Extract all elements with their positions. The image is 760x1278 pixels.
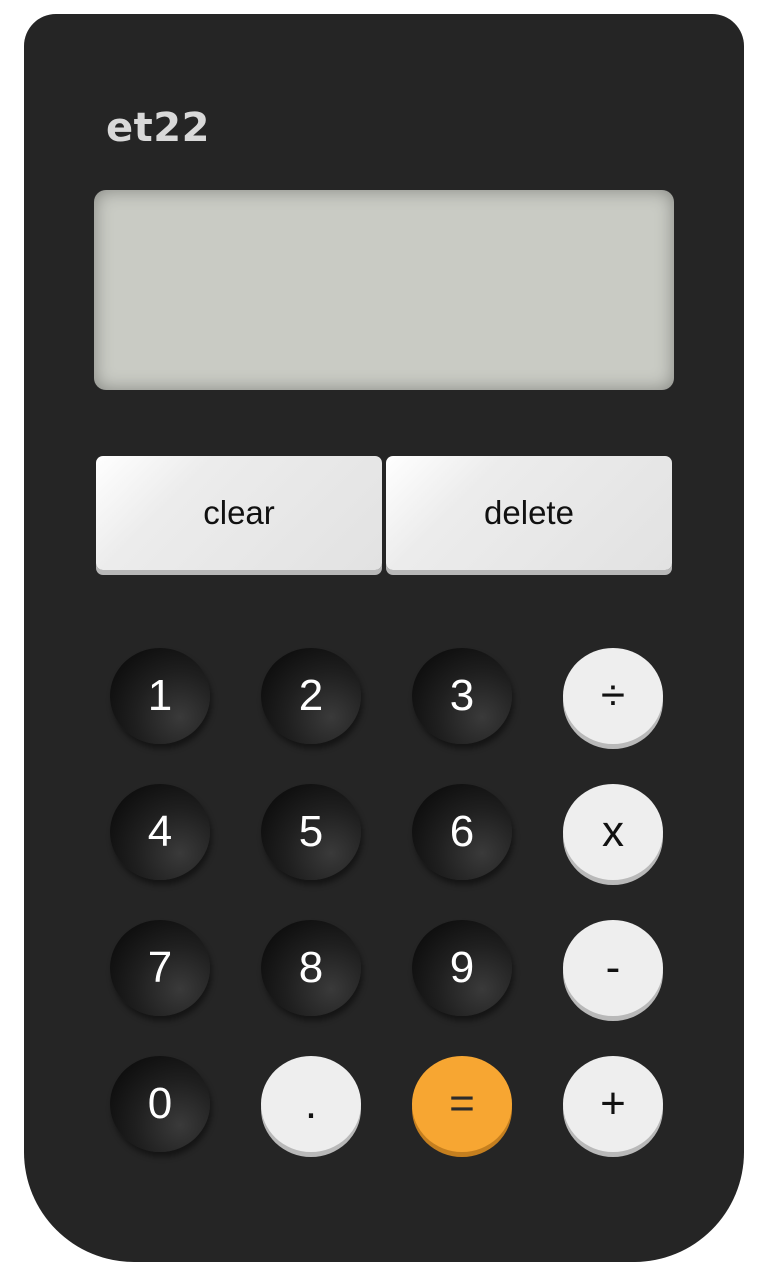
calculator-display (94, 190, 674, 390)
multiply-button[interactable]: x (563, 784, 663, 880)
brand-label: et22 (106, 105, 210, 151)
divide-button[interactable]: ÷ (563, 648, 663, 744)
key-4[interactable]: 4 (110, 784, 210, 880)
key-6[interactable]: 6 (412, 784, 512, 880)
decimal-button[interactable]: . (261, 1056, 361, 1152)
key-0[interactable]: 0 (110, 1056, 210, 1152)
key-9[interactable]: 9 (412, 920, 512, 1016)
key-3[interactable]: 3 (412, 648, 512, 744)
key-1[interactable]: 1 (110, 648, 210, 744)
clear-button[interactable]: clear (96, 456, 382, 570)
key-2[interactable]: 2 (261, 648, 361, 744)
calculator-body: et22 clear delete 1 2 3 ÷ 4 5 6 x 7 8 9 … (24, 14, 744, 1262)
add-button[interactable]: + (563, 1056, 663, 1152)
key-5[interactable]: 5 (261, 784, 361, 880)
subtract-button[interactable]: - (563, 920, 663, 1016)
key-7[interactable]: 7 (110, 920, 210, 1016)
delete-button[interactable]: delete (386, 456, 672, 570)
equals-button[interactable]: = (412, 1056, 512, 1152)
key-8[interactable]: 8 (261, 920, 361, 1016)
